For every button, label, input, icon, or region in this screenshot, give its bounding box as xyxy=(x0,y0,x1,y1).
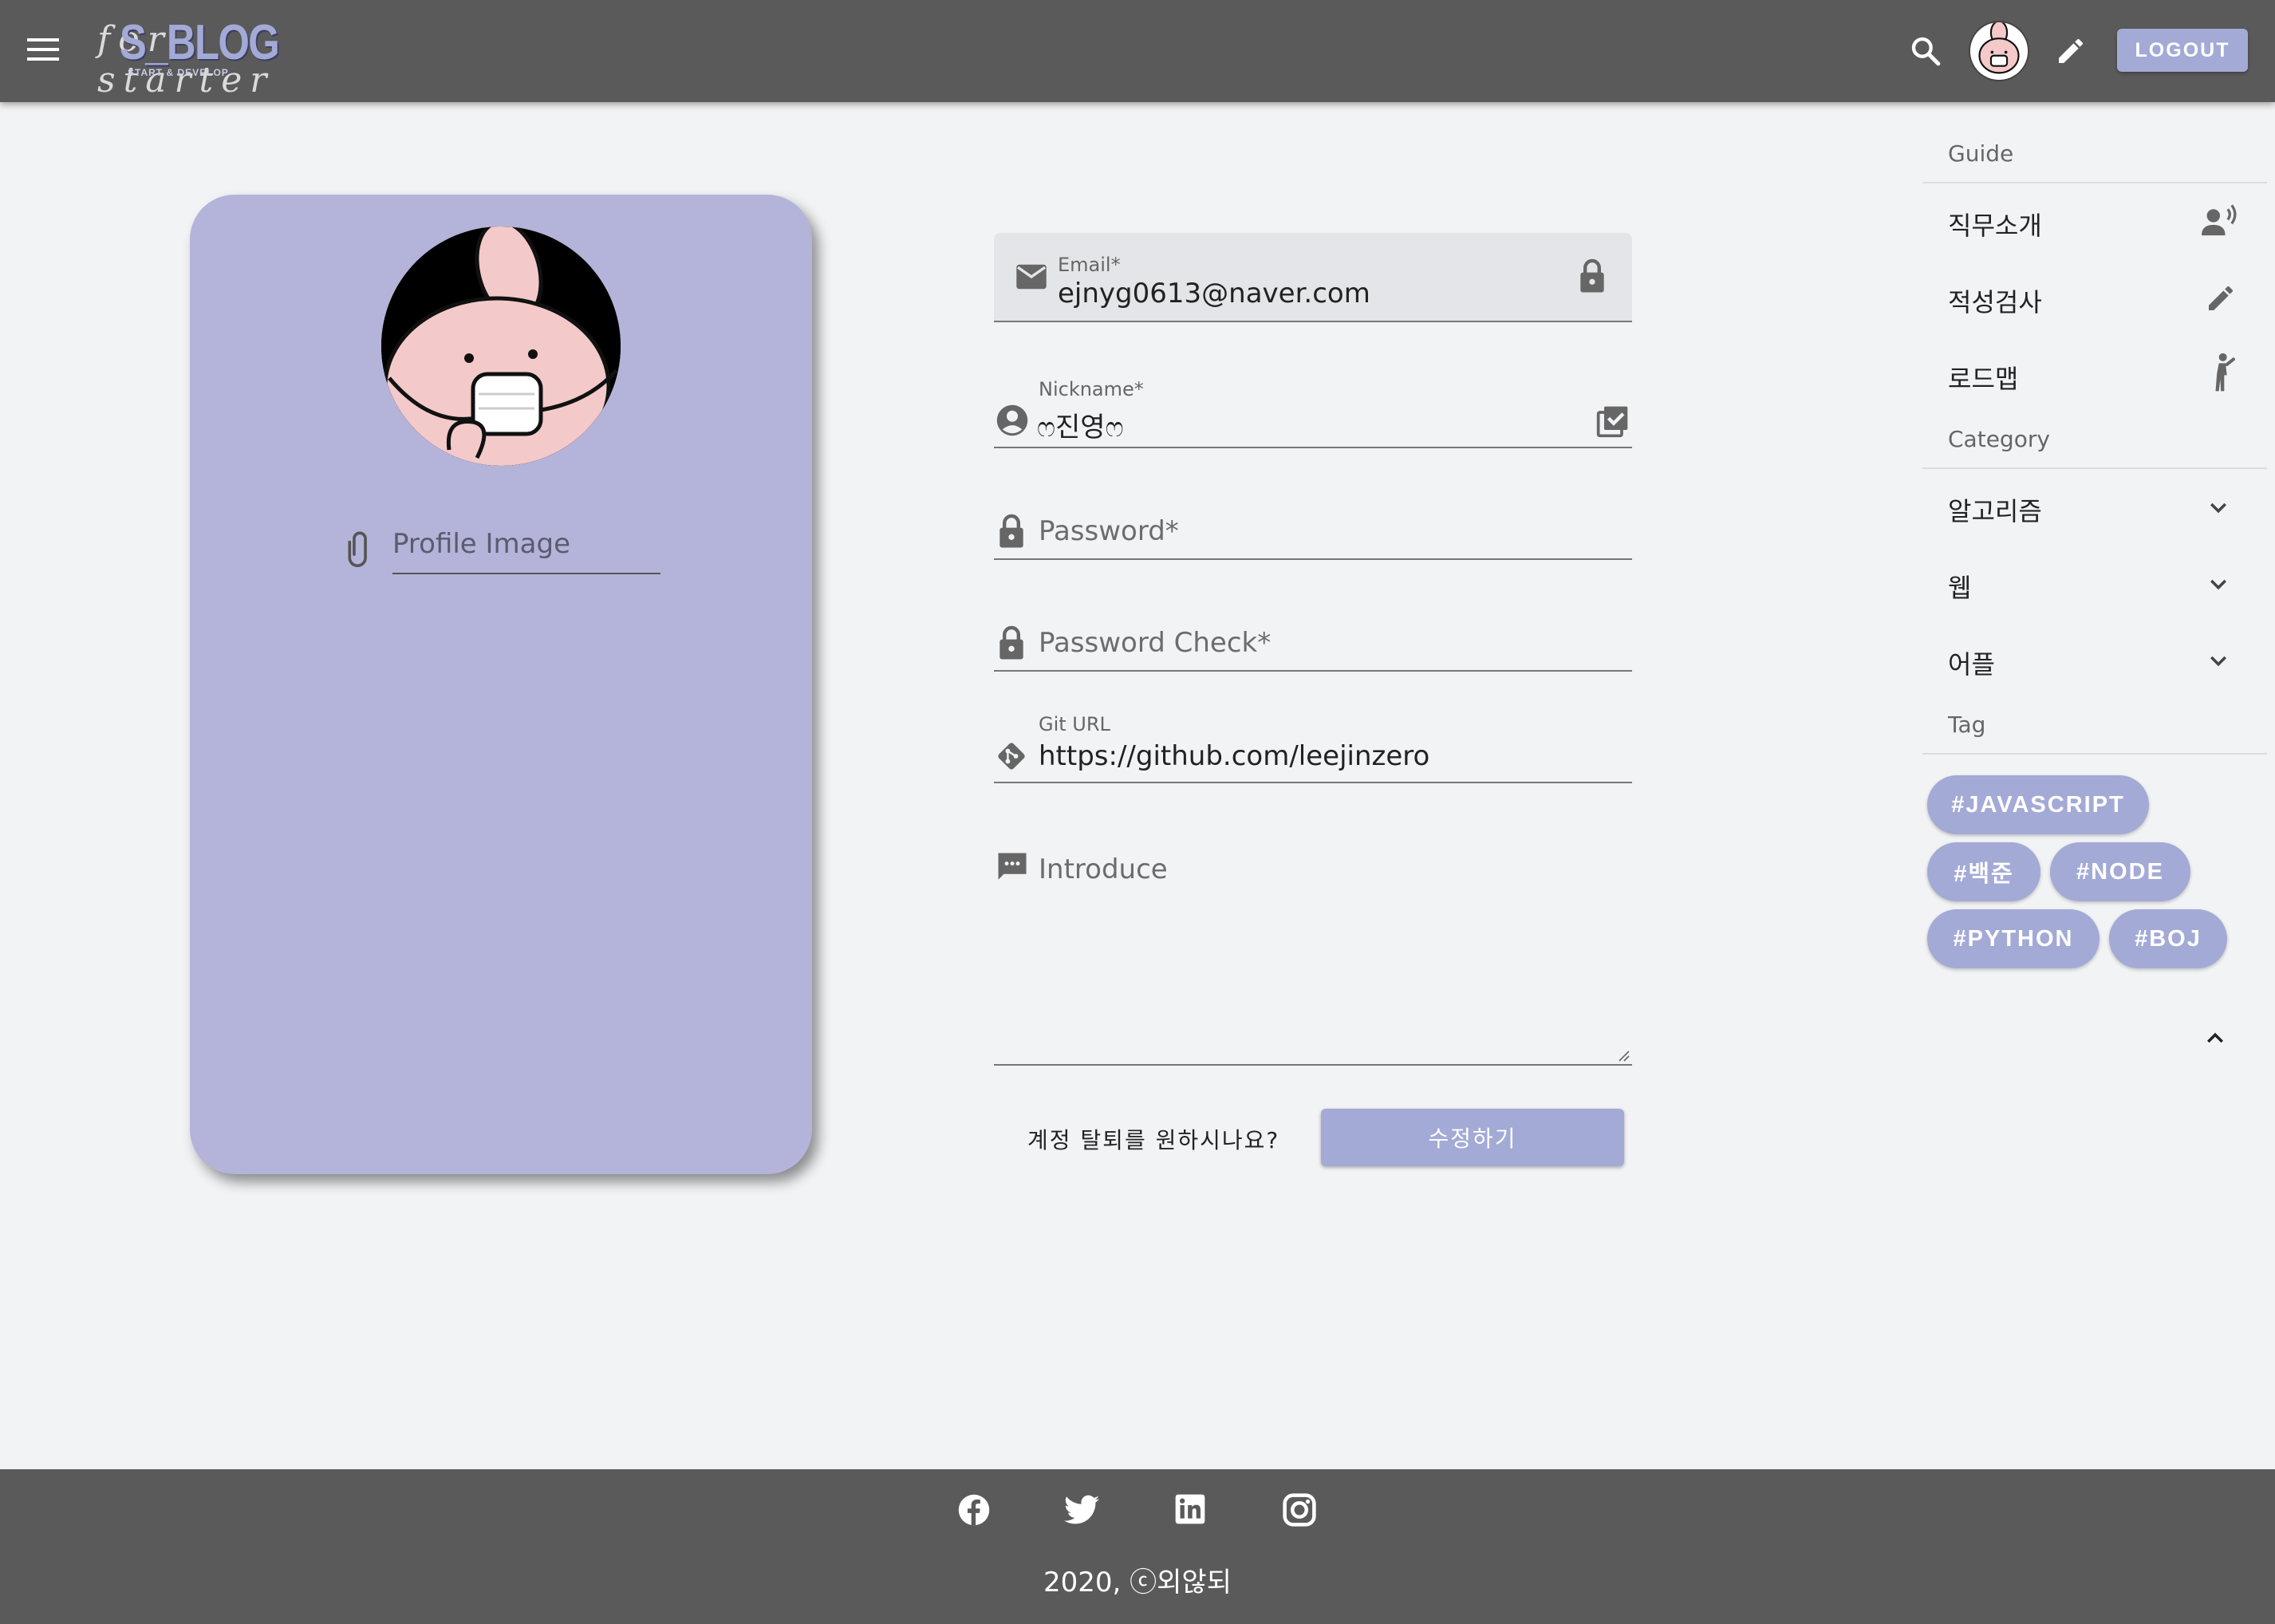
account-circle-icon xyxy=(996,404,1029,437)
divider xyxy=(1922,182,2267,183)
site-logo[interactable]: for starter S_BLOG START & DEVELOP xyxy=(0,0,280,101)
introduce-underline xyxy=(994,1064,1632,1066)
chevron-up-icon[interactable] xyxy=(2203,1026,2227,1050)
record-voice-icon xyxy=(2202,204,2238,238)
lock-icon xyxy=(997,625,1026,660)
tag-chip[interactable]: #BOJ xyxy=(2109,909,2227,968)
mail-icon xyxy=(1015,263,1048,290)
password-input[interactable]: Password* xyxy=(1039,515,1179,547)
pencil-icon xyxy=(2205,282,2237,314)
logo-subtitle: START & DEVELOP xyxy=(128,67,229,78)
password-check-input[interactable]: Password Check* xyxy=(1039,627,1271,659)
email-label: Email* xyxy=(1058,254,1121,276)
git-url-input[interactable]: https://github.com/leejinzero xyxy=(1039,740,1429,772)
logo-title: S_BLOG xyxy=(120,15,280,70)
tag-heading: Tag xyxy=(1948,711,1986,738)
chevron-down-icon[interactable] xyxy=(2206,573,2230,597)
email-underline xyxy=(994,321,1632,322)
password-check-underline xyxy=(994,670,1632,672)
sidebar-item-algorithm[interactable]: 알고리즘 xyxy=(1948,491,2042,528)
instagram-icon[interactable] xyxy=(1283,1493,1316,1527)
git-url-label: Git URL xyxy=(1039,713,1110,735)
comment-icon xyxy=(996,850,1029,884)
divider xyxy=(1922,467,2267,469)
profile-image-input[interactable]: Profile Image xyxy=(392,528,570,560)
tag-chip[interactable]: #JAVASCRIPT xyxy=(1927,775,2149,834)
git-icon xyxy=(994,739,1029,774)
chevron-down-icon[interactable] xyxy=(2206,496,2230,520)
hiking-person-icon xyxy=(2208,353,2235,392)
footer-copyright: 2020, ⓒ외않되 xyxy=(1043,1567,1232,1598)
sidebar-item-web[interactable]: 웹 xyxy=(1948,568,1971,605)
logout-button[interactable]: LOGOUT xyxy=(2117,29,2248,72)
search-icon[interactable] xyxy=(1910,35,1942,67)
sidebar-item-job-intro[interactable]: 직무소개 xyxy=(1948,206,2042,242)
category-heading: Category xyxy=(1948,426,2050,452)
sidebar-item-roadmap[interactable]: 로드맵 xyxy=(1948,359,2018,396)
divider xyxy=(1922,753,2267,755)
nickname-underline xyxy=(994,447,1632,448)
tag-chip[interactable]: #PYTHON xyxy=(1927,909,2100,968)
linkedin-icon[interactable] xyxy=(1174,1493,1206,1525)
twitter-icon[interactable] xyxy=(1064,1495,1099,1525)
avatar[interactable] xyxy=(1970,22,2028,80)
profile-avatar[interactable] xyxy=(381,227,621,466)
email-value: ejnyg0613@naver.com xyxy=(1058,278,1370,309)
tag-chip[interactable]: #NODE xyxy=(2050,842,2190,901)
delete-account-link[interactable]: 계정 탈퇴를 원하시나요? xyxy=(1027,1123,1279,1155)
tag-chip[interactable]: #백준 xyxy=(1927,842,2040,901)
pencil-icon[interactable] xyxy=(2055,35,2087,67)
git-url-underline xyxy=(994,782,1632,783)
introduce-textarea[interactable]: Introduce xyxy=(1039,853,1168,885)
sidebar-item-aptitude-test[interactable]: 적성검사 xyxy=(1948,282,2042,319)
password-underline xyxy=(994,558,1632,560)
nickname-label: Nickname* xyxy=(1039,378,1144,400)
guide-heading: Guide xyxy=(1948,140,2014,167)
nickname-input[interactable]: ෆ진영ෆ xyxy=(1037,405,1124,444)
chevron-down-icon[interactable] xyxy=(2206,649,2230,673)
footer xyxy=(0,1469,2275,1624)
check-library-icon[interactable] xyxy=(1595,404,1630,439)
lock-icon xyxy=(997,514,1026,549)
submit-button[interactable]: 수정하기 xyxy=(1321,1109,1624,1166)
profile-image-underline xyxy=(392,573,660,574)
sidebar-item-app[interactable]: 어플 xyxy=(1948,644,1995,681)
facebook-icon[interactable] xyxy=(957,1493,991,1527)
paperclip-icon[interactable] xyxy=(346,530,373,568)
lock-icon xyxy=(1578,258,1607,294)
resize-handle[interactable] xyxy=(1618,1050,1630,1062)
